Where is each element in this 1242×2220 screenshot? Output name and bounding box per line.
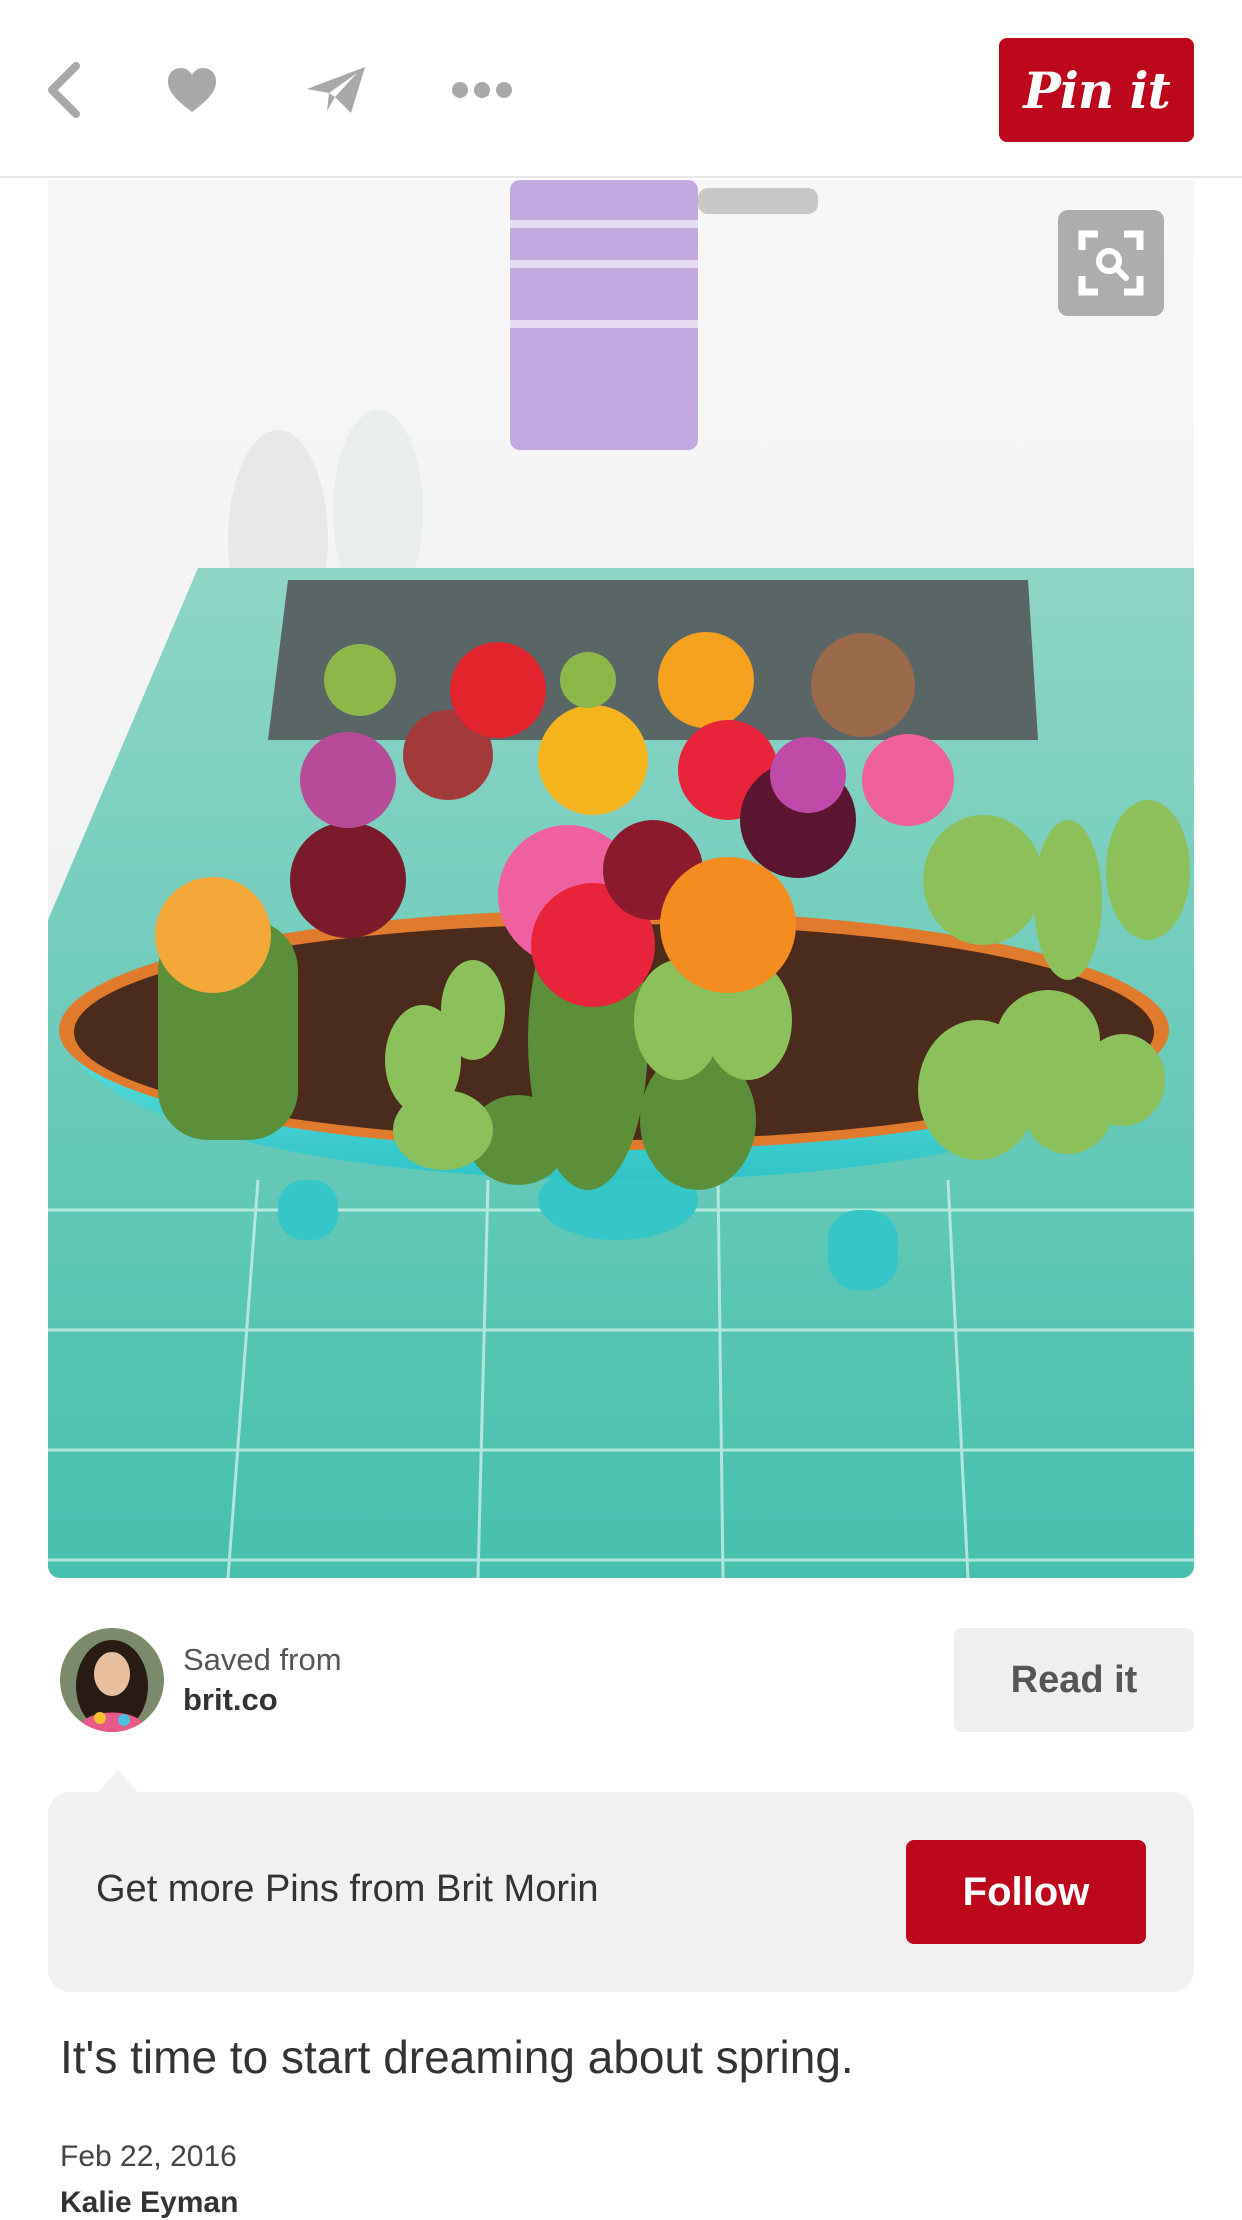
- chevron-left-icon: [48, 62, 80, 118]
- pin-date: Feb 22, 2016: [60, 2140, 237, 2173]
- back-button[interactable]: [24, 52, 104, 128]
- pin-description: It's time to start dreaming about spring…: [60, 2031, 854, 2083]
- follow-prompt-text: Get more Pins from Brit Morin: [96, 1868, 599, 1910]
- pin-image[interactable]: [48, 180, 1194, 1578]
- source-row: Saved from brit.co Read it: [60, 1626, 1194, 1734]
- source-domain-link[interactable]: brit.co: [183, 1682, 278, 1718]
- more-button[interactable]: [442, 52, 522, 128]
- pin-it-button[interactable]: Pin it: [999, 38, 1194, 142]
- read-it-button[interactable]: Read it: [954, 1628, 1194, 1732]
- send-button[interactable]: [296, 52, 376, 128]
- like-button[interactable]: [152, 52, 232, 128]
- top-toolbar: Pin it: [0, 0, 1242, 178]
- saved-from-label: Saved from: [183, 1642, 342, 1677]
- follow-button[interactable]: Follow: [906, 1840, 1146, 1944]
- avatar[interactable]: [60, 1628, 164, 1732]
- cactus-bowl-illustration: [48, 180, 1194, 1578]
- lens-scan-icon: [1078, 230, 1144, 296]
- ellipsis-icon: [452, 82, 512, 98]
- user-avatar-image: [60, 1628, 164, 1732]
- pinner-name-link[interactable]: Kalie Eyman: [60, 2186, 238, 2220]
- follow-card: Get more Pins from Brit Morin Follow: [48, 1770, 1194, 1992]
- visual-search-button[interactable]: [1058, 210, 1164, 316]
- heart-icon: [168, 68, 216, 112]
- card-notch: [98, 1770, 138, 1792]
- paper-plane-icon: [307, 67, 365, 113]
